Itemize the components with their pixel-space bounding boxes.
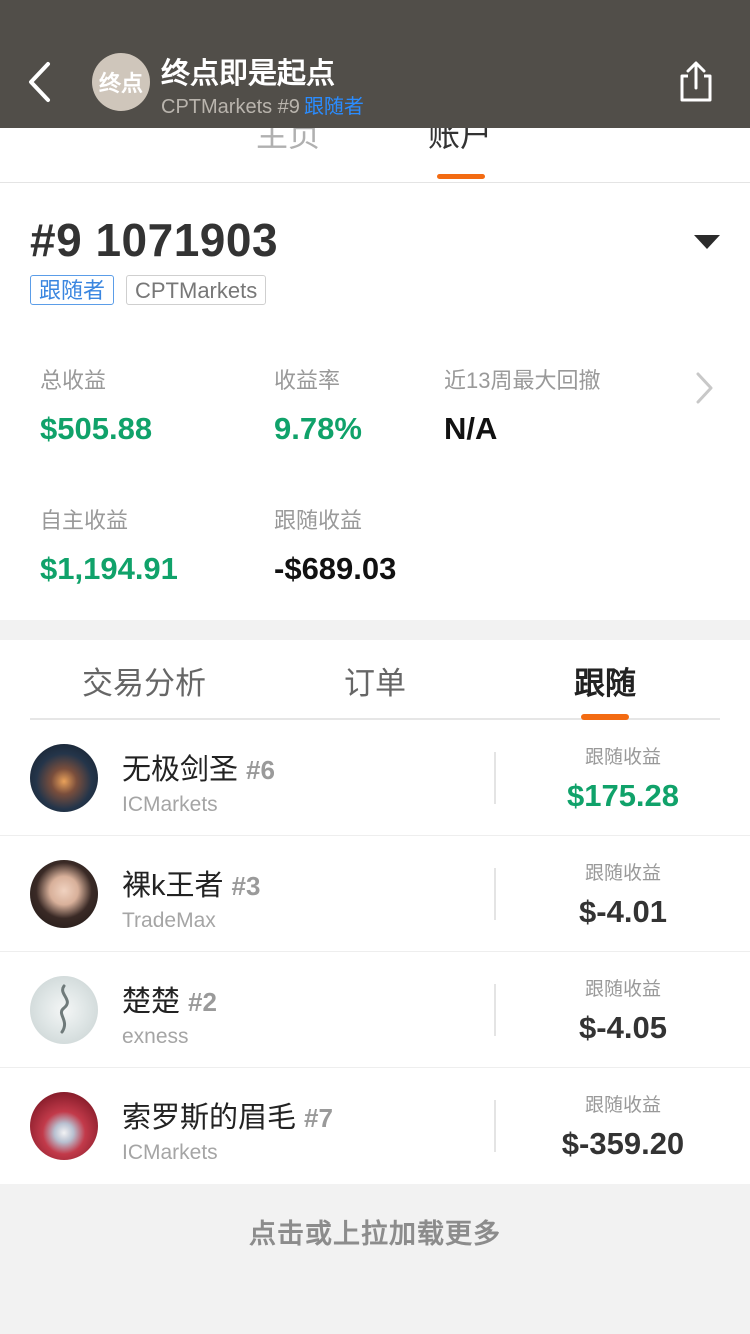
return-rate-value: 9.78% [274,411,362,446]
account-card: #9 1071903 跟随者 CPTMarkets 总收益 $505.88 收益… [0,183,750,620]
trader-name-line: 裸k王者 #3 [122,862,260,904]
tab-follow[interactable]: 跟随 [574,658,636,703]
trader-name-line: 无极剑圣 #6 [122,746,275,788]
share-button[interactable] [676,60,716,104]
trader-broker: exness [122,1025,189,1048]
tab-trade-analysis[interactable]: 交易分析 [82,658,206,703]
tab-home[interactable]: 主页 [256,128,320,156]
follow-pl-label: 跟随收益 [584,1095,661,1116]
trader-name: 裸k王者 [122,870,224,902]
trader-name-line: 楚楚 #2 [122,978,217,1020]
top-bar: 终点 终点即是起点 CPTMarkets #9 跟随者 [0,0,750,128]
divider [494,984,496,1036]
follow-pl-value: $-4.05 [579,1010,667,1045]
max-drawdown-label: 近13周最大回撤 [444,368,601,393]
trader-rank: #7 [304,1103,333,1133]
divider [494,1100,496,1152]
follow-pl-value: $-359.20 [561,1126,685,1161]
list-item[interactable]: 楚楚 #2 exness 跟随收益 $-4.05 [0,952,750,1068]
role-label: 跟随者 [303,96,364,118]
trader-name: 索罗斯的眉毛 [122,1102,297,1134]
pendant-icon [59,984,69,1034]
tab-orders[interactable]: 订单 [344,658,406,703]
broker-badge: CPTMarkets [126,275,267,305]
self-profit-label: 自主收益 [40,508,129,533]
chevron-left-icon [29,62,50,102]
trader-name-line: 索罗斯的眉毛 #7 [122,1094,333,1136]
avatar[interactable] [30,744,98,812]
list-item[interactable]: 裸k王者 #3 TradeMax 跟随收益 $-4.01 [0,836,750,952]
trader-rank: #6 [246,755,275,785]
list-item[interactable]: 无极剑圣 #6 ICMarkets 跟随收益 $175.28 [0,720,750,836]
trader-broker: TradeMax [122,909,216,932]
follow-pl-value: $175.28 [566,778,680,813]
max-drawdown-value: N/A [444,411,498,446]
avatar[interactable] [30,1092,98,1160]
avatar[interactable]: 终点 [92,53,150,111]
self-profit-value: $1,194.91 [40,551,178,586]
trader-rank: #3 [231,871,261,901]
divider [494,868,496,920]
account-subtitle: CPTMarkets #9 跟随者 [161,90,364,119]
active-tab-indicator [437,174,485,179]
trader-name: 无极剑圣 [122,754,239,786]
back-button[interactable] [22,58,62,108]
trader-rank: #2 [188,987,217,1017]
total-profit-label: 总收益 [40,368,107,393]
follow-pl-label: 跟随收益 [584,747,661,768]
account-broker-label: CPTMarkets #9 [161,96,300,118]
top-tabs: 主页 账户 [0,128,750,183]
load-more-button[interactable]: 点击或上拉加载更多 [0,1212,750,1251]
follow-profit-label: 跟随收益 [274,508,363,533]
total-profit-value: $505.88 [40,411,153,446]
role-badge: 跟随者 [30,275,115,305]
divider [494,752,496,804]
tab-account[interactable]: 账户 [428,128,492,156]
follow-pl-label: 跟随收益 [584,979,661,1000]
trader-name: 楚楚 [122,986,181,1018]
trader-broker: ICMarkets [122,793,218,816]
dropdown-caret-icon[interactable] [694,235,720,249]
avatar[interactable] [30,860,98,928]
follow-pl-label: 跟随收益 [584,863,661,884]
avatar[interactable] [30,976,98,1044]
list-item[interactable]: 索罗斯的眉毛 #7 ICMarkets 跟随收益 $-359.20 [0,1068,750,1184]
follow-pl-value: $-4.01 [579,894,667,929]
follow-profit-value: -$689.03 [274,551,397,586]
chevron-right-icon [696,372,713,404]
return-rate-label: 收益率 [274,368,341,393]
follow-section: 交易分析 订单 跟随 无极剑圣 #6 ICMarkets 跟随收益 $175.28… [0,640,750,1184]
stats-more-button[interactable] [694,370,714,406]
account-title: #9 1071903 [30,214,279,266]
share-icon [680,61,712,102]
page-title: 终点即是起点 [161,58,336,90]
trader-broker: ICMarkets [122,1141,218,1164]
